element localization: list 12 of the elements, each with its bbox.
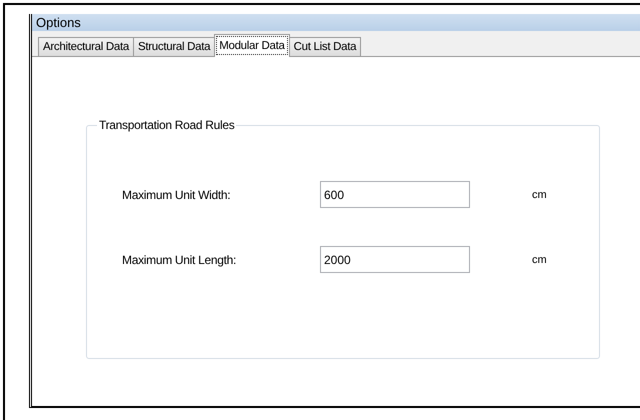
tab[interactable]: Modular Data (214, 34, 290, 57)
group-title: Transportation Road Rules (97, 118, 236, 132)
input-field[interactable]: 2000 (320, 246, 470, 273)
field-label: Maximum Unit Width: (121, 188, 232, 202)
input-field[interactable]: 600 (320, 181, 470, 208)
field-label: Maximum Unit Length: (121, 252, 238, 266)
tab[interactable]: Cut List Data (288, 37, 362, 56)
unit-label: cm (532, 254, 547, 266)
tab[interactable]: Structural Data (133, 37, 216, 56)
tab[interactable]: Architectural Data (38, 37, 134, 56)
unit-label: cm (532, 188, 547, 200)
window-title: Options (36, 15, 81, 30)
